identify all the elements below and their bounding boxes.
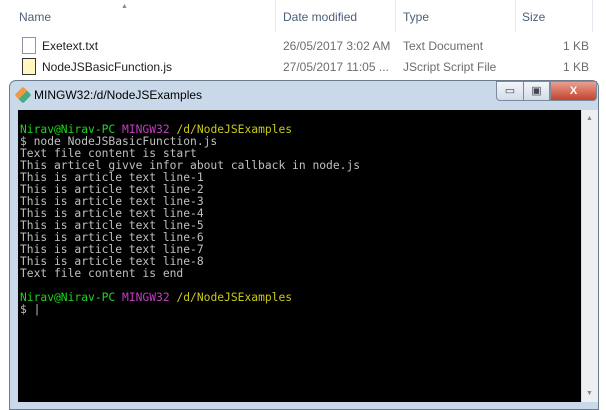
column-divider[interactable] bbox=[275, 0, 276, 32]
terminal-window: MINGW32:/d/NodeJSExamples ▭ ▣ X Nirav@Ni… bbox=[9, 80, 599, 410]
cursor-line[interactable]: $ | bbox=[20, 304, 581, 316]
file-date: 26/05/2017 3:02 AM bbox=[283, 39, 391, 53]
scroll-down-icon[interactable]: ▼ bbox=[586, 390, 593, 397]
file-type: JScript Script File bbox=[403, 60, 497, 74]
prompt-line: Nirav@Nirav-PC MINGW32 /d/NodeJSExamples bbox=[20, 292, 581, 304]
file-row[interactable]: Exetext.txt 26/05/2017 3:02 AM Text Docu… bbox=[0, 36, 606, 56]
file-date: 27/05/2017 11:05 ... bbox=[283, 60, 389, 74]
column-name[interactable]: Name bbox=[19, 10, 51, 24]
scroll-up-icon[interactable]: ▲ bbox=[586, 115, 593, 122]
file-name: Exetext.txt bbox=[42, 39, 99, 53]
prompt-path: /d/NodeJSExamples bbox=[176, 291, 293, 304]
column-divider[interactable] bbox=[395, 0, 396, 32]
file-row[interactable]: NodeJSBasicFunction.js 27/05/2017 11:05 … bbox=[0, 57, 606, 77]
column-type[interactable]: Type bbox=[403, 10, 429, 24]
close-button[interactable]: X bbox=[550, 81, 597, 101]
file-type: Text Document bbox=[403, 39, 484, 53]
window-title: MINGW32:/d/NodeJSExamples bbox=[34, 88, 203, 102]
prompt-env: MINGW32 bbox=[122, 291, 170, 304]
text-file-icon bbox=[22, 37, 36, 54]
maximize-button[interactable]: ▣ bbox=[523, 81, 550, 101]
vertical-scrollbar[interactable]: ▲ ▼ bbox=[581, 110, 598, 402]
minimize-button[interactable]: ▭ bbox=[496, 81, 524, 101]
js-file-icon bbox=[22, 58, 36, 75]
sort-ascending-icon: ▲ bbox=[121, 3, 128, 10]
output-line: Text file content is end bbox=[20, 267, 184, 280]
file-size: 1 KB bbox=[563, 60, 590, 74]
column-size[interactable]: Size bbox=[522, 10, 545, 24]
file-size: 1 KB bbox=[563, 39, 590, 53]
terminal-output[interactable]: Nirav@Nirav-PC MINGW32 /d/NodeJSExamples… bbox=[18, 110, 581, 402]
column-date-modified[interactable]: Date modified bbox=[283, 10, 357, 24]
column-header-row: ▲ Name Date modified Type Size bbox=[0, 0, 606, 32]
column-divider[interactable] bbox=[592, 0, 593, 32]
git-icon bbox=[14, 86, 32, 104]
column-divider[interactable] bbox=[515, 0, 516, 32]
file-name: NodeJSBasicFunction.js bbox=[42, 60, 173, 74]
